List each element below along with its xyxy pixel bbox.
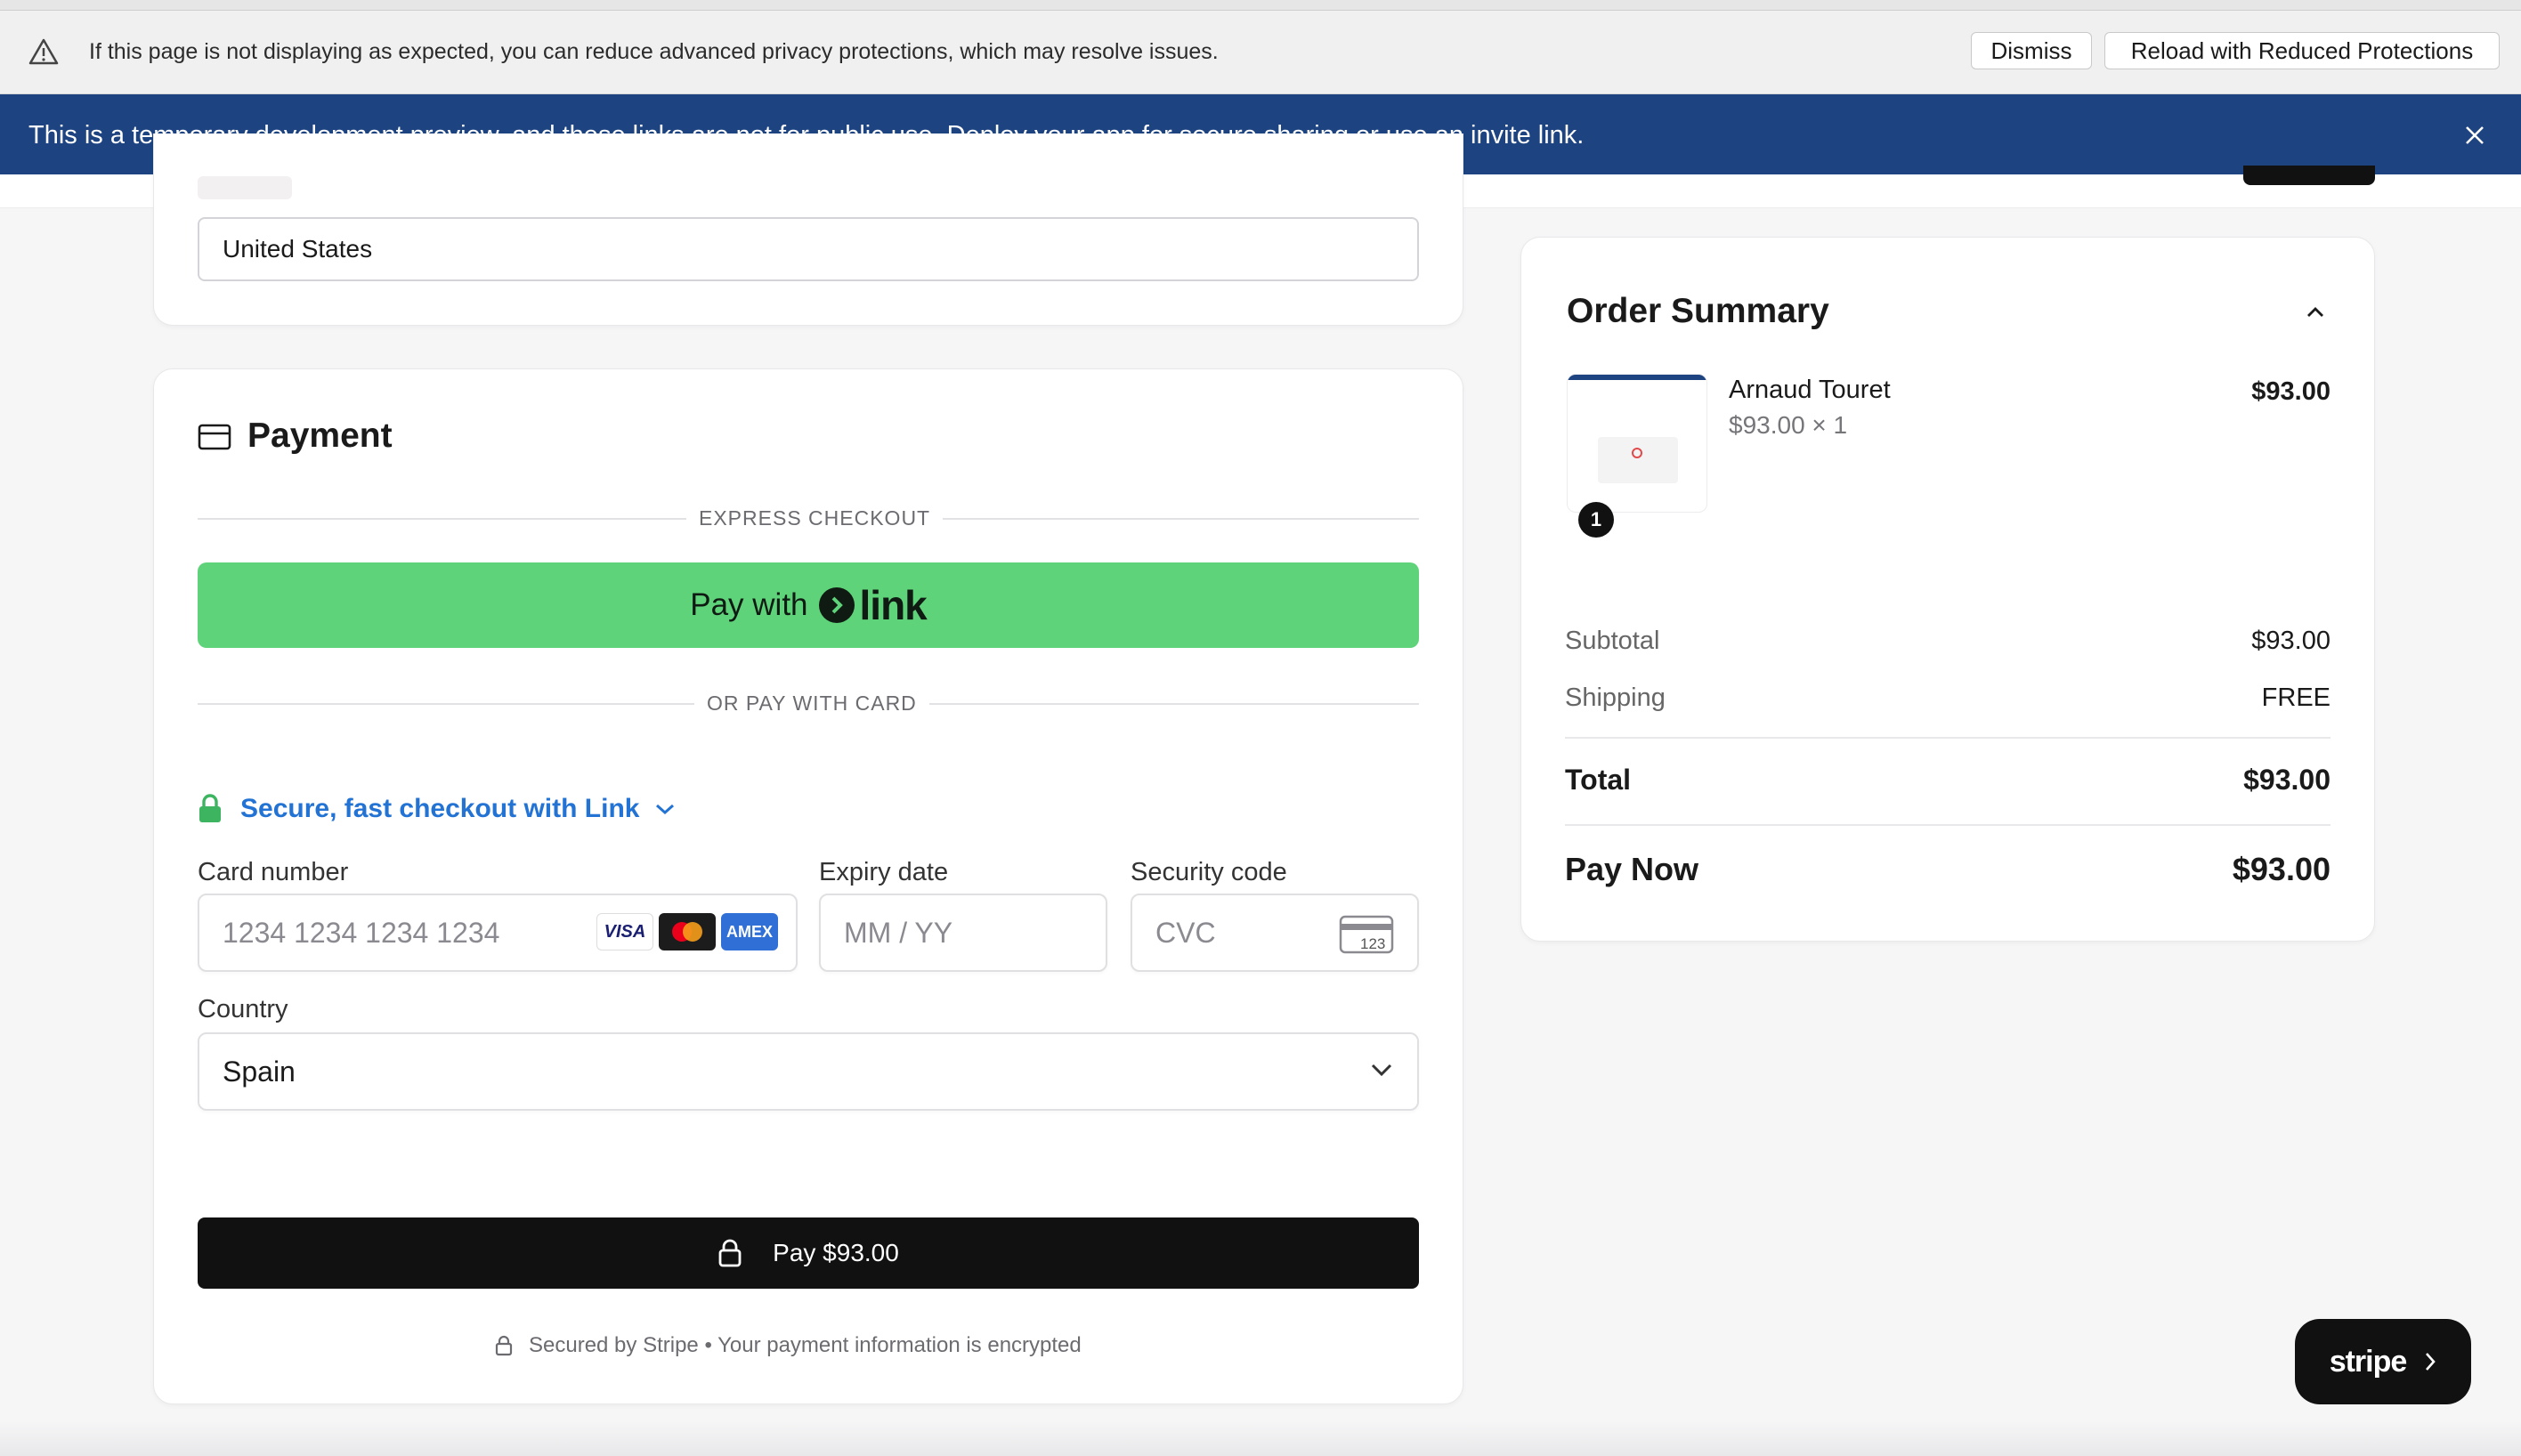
amex-icon: AMEX xyxy=(721,913,778,950)
or-pay-with-card-label: OR PAY WITH CARD xyxy=(694,692,929,716)
country-field-label-partial xyxy=(198,176,292,199)
secure-link-toggle[interactable]: Secure, fast checkout with Link xyxy=(198,794,677,824)
chevron-down-icon xyxy=(1371,1064,1392,1077)
shipping-label: Shipping xyxy=(1565,684,1666,712)
privacy-notice-bar: If this page is not displaying as expect… xyxy=(0,11,2521,94)
pay-button-label: Pay $93.00 xyxy=(773,1239,899,1266)
thumbnail-content xyxy=(1598,437,1678,483)
header-button-partial[interactable] xyxy=(2243,166,2375,185)
country-select[interactable]: Spain xyxy=(198,1032,1419,1111)
chevron-right-icon xyxy=(2426,1353,2436,1371)
pay-with-link-button[interactable]: Pay with link xyxy=(198,562,1419,648)
expiry-date-input[interactable]: MM / YY xyxy=(819,894,1107,972)
mastercard-icon xyxy=(659,913,716,950)
reload-reduced-protections-button[interactable]: Reload with Reduced Protections xyxy=(2104,32,2500,69)
lock-icon xyxy=(199,794,221,822)
security-code-label: Security code xyxy=(1131,858,1287,886)
country-label: Country xyxy=(198,995,288,1023)
order-summary-title: Order Summary xyxy=(1567,292,1829,330)
pay-now-value: $93.00 xyxy=(2232,851,2331,887)
chevron-up-icon[interactable] xyxy=(2306,306,2325,319)
payment-title: Payment xyxy=(247,417,393,455)
dismiss-button[interactable]: Dismiss xyxy=(1971,32,2092,69)
cvc-card-icon: 123 xyxy=(1339,915,1394,954)
cvc-icon-text: 123 xyxy=(1360,935,1385,952)
link-brand-text: link xyxy=(859,582,928,628)
lock-icon xyxy=(495,1335,513,1356)
secure-link-text: Secure, fast checkout with Link xyxy=(240,794,640,823)
item-name: Arnaud Touret xyxy=(1729,376,1891,404)
page: If this page is not displaying as expect… xyxy=(0,0,2521,1456)
shipping-value: FREE xyxy=(2261,684,2331,712)
secured-text: Secured by Stripe • Your payment informa… xyxy=(529,1333,1082,1357)
thumbnail-bar xyxy=(1568,375,1706,380)
total-label: Total xyxy=(1565,764,1632,796)
subtotal-value: $93.00 xyxy=(2251,627,2331,655)
item-unit-price: $93.00 × 1 xyxy=(1729,411,1848,439)
close-icon[interactable] xyxy=(2460,121,2489,150)
order-summary-card xyxy=(1520,237,2375,942)
stripe-badge-button[interactable]: stripe xyxy=(2295,1319,2471,1404)
summary-divider xyxy=(1565,824,2331,826)
link-chevron-icon xyxy=(818,587,855,623)
browser-edge xyxy=(0,0,2521,11)
privacy-notice-message: If this page is not displaying as expect… xyxy=(89,39,1219,64)
credit-card-icon xyxy=(198,424,231,450)
stripe-badge-label: stripe xyxy=(2329,1344,2408,1379)
item-price: $93.00 xyxy=(2251,377,2331,406)
thumbnail-dot xyxy=(1632,448,1642,458)
summary-divider xyxy=(1565,737,2331,739)
chevron-down-icon xyxy=(656,804,675,815)
link-button-prefix: Pay with xyxy=(690,587,808,622)
warning-icon xyxy=(28,38,59,65)
pay-now-label: Pay Now xyxy=(1565,851,1699,887)
pay-button[interactable]: Pay $93.00 xyxy=(198,1217,1419,1289)
visa-icon: VISA xyxy=(596,913,653,950)
lock-icon xyxy=(718,1239,742,1267)
card-number-label: Card number xyxy=(198,858,349,886)
bottom-edge xyxy=(0,1420,2521,1456)
link-logo: link xyxy=(818,581,928,629)
quantity-badge: 1 xyxy=(1578,502,1614,538)
expiry-date-label: Expiry date xyxy=(819,858,949,886)
subtotal-label: Subtotal xyxy=(1565,627,1660,655)
address-country-input[interactable]: United States xyxy=(198,217,1419,281)
total-value: $93.00 xyxy=(2243,764,2331,796)
product-thumbnail xyxy=(1567,374,1707,513)
secured-by-stripe-note: Secured by Stripe • Your payment informa… xyxy=(495,1333,1082,1358)
express-checkout-label: EXPRESS CHECKOUT xyxy=(686,506,944,530)
card-brand-icons: VISA AMEX xyxy=(596,913,778,950)
